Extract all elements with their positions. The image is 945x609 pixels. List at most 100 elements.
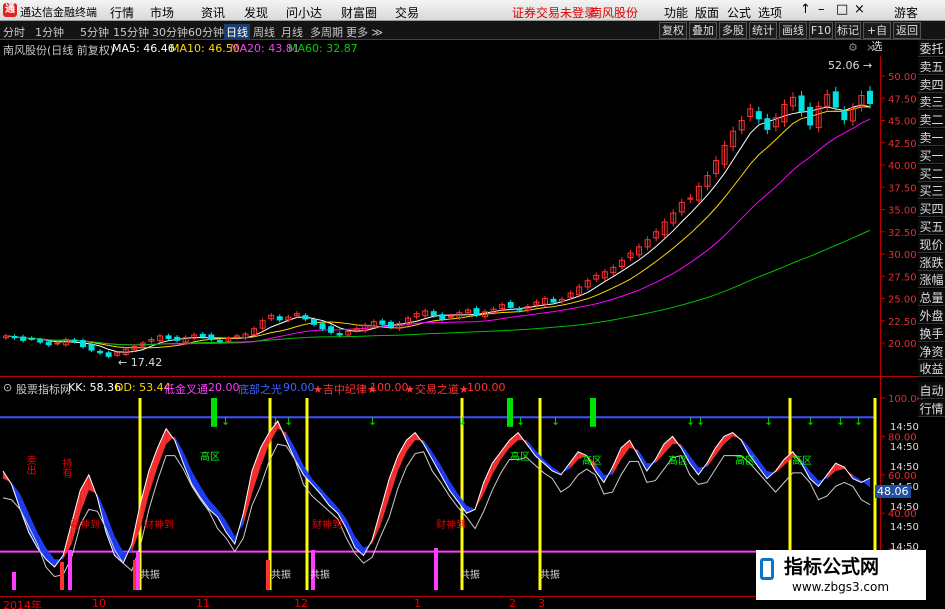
side-tab-0[interactable]: 委托 [918,40,945,57]
zone-high-label-1: 高区 [200,452,220,463]
side-tab-8[interactable]: 买三 [918,182,945,200]
kk-dd-ribbon [251,447,261,494]
kk-dd-ribbon [329,497,338,514]
side-tab-14[interactable]: 总量 [918,289,945,307]
kk-dd-ribbon [406,432,416,452]
candle-body [832,91,839,108]
side-tab-18[interactable]: 收益 [918,360,945,378]
side-tab-2[interactable]: 卖四 [918,75,945,93]
kk-dd-ribbon [320,488,330,506]
ind-time-label: 14:50 [890,522,919,533]
watermark-logo: 指标公式网 www.zbgs3.com [756,550,926,600]
candle-body [79,340,86,348]
ma-lines [5,104,871,353]
indicator-settings-icon[interactable]: ⊙ [3,381,12,394]
side-tab-3[interactable]: 卖三 [918,93,945,111]
price-tick-label: 42.50 [888,139,917,150]
side-tab-16[interactable]: 换手 [918,324,945,342]
resonate-label-2: 共振 [271,570,291,581]
kk-dd-ribbon [148,447,158,494]
watermark-title: 指标公式网 [784,556,880,578]
chart-canvas[interactable]: 50.00 47.50 45.00 42.50 40.00 37.50 35.00 32.50… [0,0,945,609]
kk-value: KK: 58.36 [68,381,122,394]
candle-body [165,335,172,340]
high-price-label: 52.06 → [828,59,873,72]
candle-body [430,311,437,316]
kk-dd-ribbon [80,474,89,514]
ref2-value: 90.00 [283,381,315,394]
candle-body [208,334,215,340]
hold-label: 持有 [60,458,71,478]
candle-body [37,339,44,343]
zone-high-label-3: 高区 [582,456,602,467]
candle-body [798,95,805,113]
candle-body [387,321,394,328]
ma10-line [5,106,871,349]
candle-body [867,90,873,105]
kk-dd-ribbon [835,463,845,471]
candle-body [841,110,848,121]
side-tab-5[interactable]: 卖一 [918,129,945,146]
side-tab-lower-0[interactable]: 自动 [918,382,945,399]
signal-green-bar [211,398,217,427]
side-tab-12[interactable]: 涨跌 [918,253,945,271]
side-tab-4[interactable]: 卖二 [918,111,945,129]
candle-body [447,315,454,318]
bottom-label-3: 财神到 [312,520,342,531]
side-tab-13[interactable]: 涨幅 [918,271,945,289]
side-tab-11[interactable]: 现价 [918,235,945,253]
candle-body [516,308,523,311]
bottom-signal-bar [12,572,16,590]
candle-body [473,308,480,316]
ind-time-label: 14:50 [890,422,919,433]
kk-dd-ribbon [861,477,870,488]
candle-body [310,319,317,325]
side-tab-1[interactable]: 卖五 [918,57,945,75]
indicator-axis: 100.0080.0060.0040.0020.0014:5014:5014:5… [880,394,923,573]
kk-dd-ribbon [28,513,38,548]
ref1-name: 低金叉通 [164,383,208,396]
signal-down-arrow-icon: ↓ [696,415,705,428]
ma60-line [5,229,871,346]
app-window: { "window":{"app_title":"通达信金融终端","logo"… [0,0,945,609]
bottom-signal-bar [60,562,64,590]
resonate-label-1: 共振 [140,570,160,581]
side-tab-6[interactable]: 买一 [918,146,945,164]
kk-dd-ribbon [852,474,862,483]
ind-time-label: 14:50 [890,462,919,473]
signal-down-arrow-icon: ↓ [588,415,597,428]
kk-dd-ribbon [466,505,476,514]
candle-body [550,298,557,303]
time-label-dec: 12 [294,597,308,609]
price-tick-label: 45.00 [888,117,917,128]
bottom-label-2: 财神到 [144,520,174,531]
side-tab-17[interactable]: 净资 [918,342,945,360]
sell-label: 卖出 [24,455,35,475]
ma5-line [5,104,871,353]
bottom-signal-bar [68,550,72,590]
time-label-year: 2014年 [3,599,42,609]
watermark-icon [760,558,774,580]
candle-body [97,350,104,354]
side-tab-9[interactable]: 买四 [918,200,945,218]
signal-down-arrow-icon: ↓ [836,415,845,428]
signal-down-arrow-icon: ↓ [806,415,815,428]
zone-high-label-2: 高区 [510,452,530,463]
candle-body [302,315,309,320]
candle-body [45,341,52,346]
side-tab-7[interactable]: 买二 [918,164,945,182]
bottom-signal-bar [266,560,270,590]
signal-down-arrow-icon: ↓ [551,415,560,428]
low-price-label: ← 17.42 [118,356,163,369]
kk-dd-ribbon [621,440,630,460]
time-label-jan: 1 [414,597,421,609]
kk-dd-ribbon [380,478,390,525]
candle-body [276,316,283,321]
side-tab-lower-1[interactable]: 行情 [918,400,945,417]
indicator-name[interactable]: 股票指标网 [16,381,71,397]
time-label-mar: 3 [538,597,545,609]
side-tab-10[interactable]: 买五 [918,218,945,235]
side-tab-15[interactable]: 外盘 [918,307,945,324]
kk-dd-ribbon [346,518,355,548]
kk-dd-ribbon [260,432,270,468]
